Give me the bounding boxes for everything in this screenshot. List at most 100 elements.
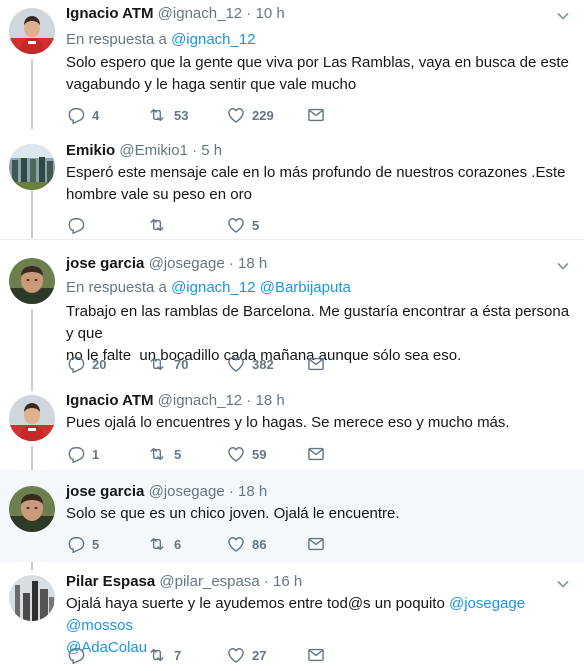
tweet-text: Solo espero que la gente que viva por La… bbox=[66, 52, 571, 96]
author-name[interactable]: Ignacio ATM bbox=[66, 5, 154, 22]
retweet-icon bbox=[146, 534, 168, 554]
direct-message-button[interactable] bbox=[306, 105, 326, 125]
reply-to-label: En respuesta a bbox=[66, 31, 167, 48]
tweet-time[interactable]: · 10 h bbox=[246, 5, 284, 22]
tweet-time[interactable]: · 18 h bbox=[229, 255, 267, 272]
direct-message-button[interactable] bbox=[306, 645, 326, 665]
tweet[interactable]: Pilar Espasa @pilar_espasa · 16 h Ojalá … bbox=[0, 562, 584, 671]
tweet-text-line: Ojalá haya suerte y le ayudemos entre to… bbox=[66, 593, 571, 637]
chevron-down-icon[interactable] bbox=[556, 259, 570, 273]
retweet-icon bbox=[146, 105, 168, 125]
reply-mention[interactable]: @ignach_12 bbox=[171, 31, 255, 48]
tweet-text-line: Solo espero que la gente que viva por La… bbox=[66, 54, 569, 71]
retweet-button[interactable]: 53 bbox=[146, 105, 188, 125]
author-name[interactable]: Emikio bbox=[66, 142, 115, 159]
reply-count: 1 bbox=[92, 446, 100, 462]
like-button[interactable]: 59 bbox=[226, 444, 266, 464]
like-button[interactable]: 27 bbox=[226, 645, 266, 665]
author-name[interactable]: jose garcia bbox=[66, 483, 144, 500]
avatar[interactable] bbox=[9, 395, 55, 441]
tweet-text-line: hombre vale su peso en oro bbox=[66, 186, 252, 203]
author-handle[interactable]: @ignach_12 bbox=[158, 392, 242, 409]
envelope-icon bbox=[306, 444, 326, 464]
retweet-count: 70 bbox=[174, 356, 189, 372]
reply-icon bbox=[66, 105, 86, 125]
retweet-icon bbox=[146, 215, 168, 235]
like-count: 86 bbox=[252, 536, 267, 552]
avatar[interactable] bbox=[9, 144, 55, 190]
like-button[interactable]: 382 bbox=[226, 354, 274, 374]
reply-button[interactable]: 20 bbox=[66, 354, 106, 374]
tweet-text-line: vagabundo y le haga sentir que vale much… bbox=[66, 76, 357, 93]
like-button[interactable]: 229 bbox=[226, 105, 274, 125]
retweet-button[interactable]: 6 bbox=[146, 534, 181, 554]
avatar[interactable] bbox=[9, 486, 55, 532]
heart-icon bbox=[226, 444, 246, 464]
retweet-count: 5 bbox=[174, 446, 182, 462]
retweet-icon bbox=[146, 645, 168, 665]
tweet-text-line: Trabajo en las ramblas de Barcelona. Me … bbox=[66, 303, 570, 342]
tweet-focused[interactable]: jose garcia @josegage · 18 h Solo se que… bbox=[0, 470, 584, 562]
reply-button[interactable] bbox=[66, 215, 92, 235]
author-handle[interactable]: @josegage bbox=[149, 483, 225, 500]
reply-icon bbox=[66, 444, 86, 464]
direct-message-button[interactable] bbox=[306, 534, 326, 554]
reply-count: 20 bbox=[92, 356, 107, 372]
tweet-time[interactable]: · 5 h bbox=[192, 142, 222, 159]
retweet-button[interactable] bbox=[146, 215, 174, 235]
author-name[interactable]: jose garcia bbox=[66, 255, 144, 272]
heart-icon bbox=[226, 215, 246, 235]
retweet-icon bbox=[146, 354, 168, 374]
retweet-button[interactable]: 7 bbox=[146, 645, 181, 665]
direct-message-button[interactable] bbox=[306, 444, 326, 464]
retweet-count: 6 bbox=[174, 536, 182, 552]
tweet-text: Solo se que es un chico joven. Ojalá le … bbox=[66, 503, 571, 525]
retweet-count: 7 bbox=[174, 647, 182, 663]
author-handle[interactable]: @pilar_espasa bbox=[159, 573, 259, 590]
reply-icon bbox=[66, 354, 86, 374]
chevron-down-icon[interactable] bbox=[556, 9, 570, 23]
retweet-icon bbox=[146, 444, 168, 464]
tweet-time[interactable]: · 18 h bbox=[246, 392, 284, 409]
reply-mention[interactable]: @ignach_12 bbox=[171, 279, 255, 296]
tweet-text-line: Esperó este mensaje cale en lo más profu… bbox=[66, 164, 566, 181]
reply-to-label: En respuesta a bbox=[66, 279, 167, 296]
like-button[interactable]: 5 bbox=[226, 215, 259, 235]
avatar[interactable] bbox=[9, 258, 55, 304]
tweet[interactable]: Ignacio ATM @ignach_12 · 18 h Pues ojalá… bbox=[0, 377, 584, 470]
reply-button[interactable]: 4 bbox=[66, 105, 99, 125]
envelope-icon bbox=[306, 354, 326, 374]
author-name[interactable]: Ignacio ATM bbox=[66, 392, 154, 409]
tweet-time[interactable]: · 18 h bbox=[229, 483, 267, 500]
author-name[interactable]: Pilar Espasa bbox=[66, 573, 155, 590]
tweet[interactable]: Emikio @Emikio1 · 5 h Esperó este mensaj… bbox=[0, 133, 584, 239]
author-handle[interactable]: @josegage bbox=[149, 255, 225, 272]
direct-message-button[interactable] bbox=[306, 354, 326, 374]
envelope-icon bbox=[306, 534, 326, 554]
like-count: 5 bbox=[252, 217, 260, 233]
like-count: 382 bbox=[252, 356, 274, 372]
reply-button[interactable] bbox=[66, 645, 92, 665]
author-handle[interactable]: @Emikio1 bbox=[119, 142, 188, 159]
chevron-down-icon[interactable] bbox=[556, 577, 570, 591]
reply-icon bbox=[66, 645, 86, 665]
envelope-icon bbox=[306, 645, 326, 665]
avatar[interactable] bbox=[9, 8, 55, 54]
reply-count: 5 bbox=[92, 536, 100, 552]
retweet-button[interactable]: 5 bbox=[146, 444, 181, 464]
reply-button[interactable]: 5 bbox=[66, 534, 99, 554]
author-handle[interactable]: @ignach_12 bbox=[158, 5, 242, 22]
envelope-icon bbox=[306, 105, 326, 125]
retweet-count: 53 bbox=[174, 107, 189, 123]
tweet[interactable]: Ignacio ATM @ignach_12 · 10 h En respues… bbox=[0, 0, 584, 133]
avatar[interactable] bbox=[9, 575, 55, 621]
like-count: 27 bbox=[252, 647, 267, 663]
reply-mention[interactable]: @Barbijaputa bbox=[260, 279, 351, 296]
tweet[interactable]: jose garcia @josegage · 18 h En respuest… bbox=[0, 240, 584, 377]
like-button[interactable]: 86 bbox=[226, 534, 266, 554]
reply-button[interactable]: 1 bbox=[66, 444, 99, 464]
heart-icon bbox=[226, 105, 246, 125]
tweet-text-line: Solo se que es un chico joven. Ojalá le … bbox=[66, 505, 400, 522]
retweet-button[interactable]: 70 bbox=[146, 354, 188, 374]
tweet-time[interactable]: · 16 h bbox=[264, 573, 302, 590]
